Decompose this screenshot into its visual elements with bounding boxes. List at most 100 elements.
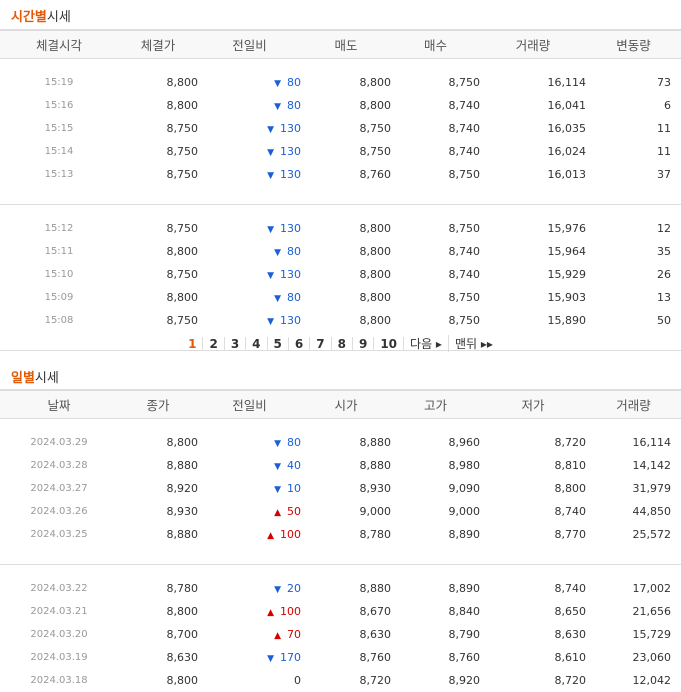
ask-cell: 8,800 bbox=[359, 245, 392, 258]
ask-cell: 8,760 bbox=[359, 168, 392, 181]
high-cell: 8,840 bbox=[448, 605, 481, 618]
day-section-title: 일별시세 bbox=[11, 367, 59, 386]
table-row: 15:12 8,750 ▼ 130 8,800 8,750 15,976 12 bbox=[0, 217, 681, 240]
date-cell: 2024.03.21 bbox=[30, 606, 88, 617]
column-header: 변동량 bbox=[586, 29, 681, 59]
price-cell: 8,750 bbox=[166, 268, 199, 281]
column-header: 종가 bbox=[118, 389, 198, 419]
day-title-rest: 시세 bbox=[34, 371, 59, 386]
volume-cell: 15,964 bbox=[547, 245, 587, 258]
open-cell: 8,720 bbox=[359, 674, 392, 687]
low-cell: 8,720 bbox=[554, 674, 587, 687]
next-page-link[interactable]: 다음 ▸ bbox=[404, 335, 449, 352]
ask-cell: 8,800 bbox=[359, 76, 392, 89]
page-8-link[interactable]: 8 bbox=[332, 337, 353, 351]
date-cell: 2024.03.27 bbox=[30, 483, 88, 494]
down-arrow-icon: ▼ bbox=[274, 439, 281, 449]
change-value: 40 bbox=[287, 459, 301, 472]
bid-cell: 8,750 bbox=[448, 314, 481, 327]
page-10-link[interactable]: 10 bbox=[374, 337, 405, 351]
down-arrow-icon: ▼ bbox=[267, 225, 274, 235]
bid-cell: 8,740 bbox=[448, 122, 481, 135]
table-row: 15:10 8,750 ▼ 130 8,800 8,740 15,929 26 bbox=[0, 263, 681, 286]
time-cell: 15:08 bbox=[44, 315, 74, 326]
close-cell: 8,630 bbox=[166, 651, 199, 664]
volume-cell: 16,114 bbox=[632, 436, 672, 449]
date-cell: 2024.03.20 bbox=[30, 629, 88, 640]
up-arrow-icon: ▲ bbox=[274, 631, 281, 641]
column-header: 매도 bbox=[301, 29, 391, 59]
change-value: 80 bbox=[287, 436, 301, 449]
change-cell: ▼ 130 bbox=[198, 309, 301, 332]
down-arrow-icon: ▼ bbox=[267, 148, 274, 158]
change-value: 50 bbox=[287, 505, 301, 518]
group-divider bbox=[0, 186, 681, 205]
volume-cell: 44,850 bbox=[632, 505, 672, 518]
change-value: 100 bbox=[280, 605, 301, 618]
volume-cell: 14,142 bbox=[632, 459, 672, 472]
column-header: 체결가 bbox=[118, 29, 198, 59]
open-cell: 8,670 bbox=[359, 605, 392, 618]
down-arrow-icon: ▼ bbox=[274, 102, 281, 112]
table-row: 2024.03.25 8,880 ▲ 100 8,780 8,890 8,770 25,572 bbox=[0, 523, 681, 546]
column-header: 전일비 bbox=[198, 29, 301, 59]
change-cell: ▲ 100 bbox=[198, 600, 301, 623]
change-cell: ▼ 170 bbox=[198, 646, 301, 669]
group-spacer bbox=[0, 59, 681, 72]
table-row: 2024.03.22 8,780 ▼ 20 8,880 8,890 8,740 17,002 bbox=[0, 577, 681, 600]
open-cell: 8,630 bbox=[359, 628, 392, 641]
price-cell: 8,800 bbox=[166, 291, 199, 304]
group-divider bbox=[0, 546, 681, 565]
up-arrow-icon: ▲ bbox=[267, 531, 274, 541]
date-cell: 2024.03.26 bbox=[30, 506, 88, 517]
close-cell: 8,800 bbox=[166, 436, 199, 449]
time-cell: 15:10 bbox=[44, 269, 74, 280]
page-7-link[interactable]: 7 bbox=[310, 337, 332, 351]
close-cell: 8,800 bbox=[166, 605, 199, 618]
volume-change-cell: 13 bbox=[657, 291, 671, 304]
change-value: 130 bbox=[280, 122, 301, 135]
ask-cell: 8,800 bbox=[359, 268, 392, 281]
change-cell: ▼ 10 bbox=[198, 477, 301, 500]
table-row: 15:15 8,750 ▼ 130 8,750 8,740 16,035 11 bbox=[0, 117, 681, 140]
high-cell: 8,980 bbox=[448, 459, 481, 472]
change-value: 170 bbox=[280, 651, 301, 664]
volume-change-cell: 35 bbox=[657, 245, 671, 258]
volume-change-cell: 6 bbox=[664, 99, 671, 112]
volume-change-cell: 73 bbox=[657, 76, 671, 89]
column-header: 체결시각 bbox=[0, 29, 118, 59]
page-3-link[interactable]: 3 bbox=[225, 337, 247, 351]
change-value: 100 bbox=[280, 528, 301, 541]
close-cell: 8,920 bbox=[166, 482, 199, 495]
volume-cell: 16,041 bbox=[547, 99, 587, 112]
change-cell: ▼ 80 bbox=[198, 71, 301, 94]
down-arrow-icon: ▼ bbox=[267, 271, 274, 281]
close-cell: 8,700 bbox=[166, 628, 199, 641]
down-arrow-icon: ▼ bbox=[267, 317, 274, 327]
page-5-link[interactable]: 5 bbox=[268, 337, 289, 351]
open-cell: 8,780 bbox=[359, 528, 392, 541]
bid-cell: 8,740 bbox=[448, 99, 481, 112]
daily-price-table: 날짜 종가 전일비 시가 고가 저가 거래량 2024.03.29 8,800 ▼ 80 8,880… bbox=[0, 389, 681, 692]
change-cell: ▲ 100 bbox=[198, 523, 301, 546]
change-cell: ▼ 130 bbox=[198, 163, 301, 186]
page-2-link[interactable]: 2 bbox=[203, 337, 225, 351]
time-section-title: 시간별시세 bbox=[11, 6, 71, 25]
time-cell: 15:15 bbox=[44, 123, 74, 134]
page-6-link[interactable]: 6 bbox=[289, 337, 311, 351]
last-page-link[interactable]: 맨뒤 ▸▸ bbox=[449, 335, 499, 352]
change-value: 130 bbox=[280, 145, 301, 158]
bid-cell: 8,750 bbox=[448, 76, 481, 89]
down-arrow-icon: ▼ bbox=[267, 654, 274, 664]
change-value: 20 bbox=[287, 582, 301, 595]
column-header: 시가 bbox=[301, 389, 391, 419]
close-cell: 8,880 bbox=[166, 528, 199, 541]
high-cell: 8,890 bbox=[448, 528, 481, 541]
page-4-link[interactable]: 4 bbox=[246, 337, 268, 351]
table-row: 2024.03.28 8,880 ▼ 40 8,880 8,980 8,810 14,142 bbox=[0, 454, 681, 477]
page-9-link[interactable]: 9 bbox=[353, 337, 375, 351]
high-cell: 9,000 bbox=[448, 505, 481, 518]
column-header: 전일비 bbox=[198, 389, 301, 419]
page-1-link[interactable]: 1 bbox=[182, 337, 204, 351]
change-value: 10 bbox=[287, 482, 301, 495]
